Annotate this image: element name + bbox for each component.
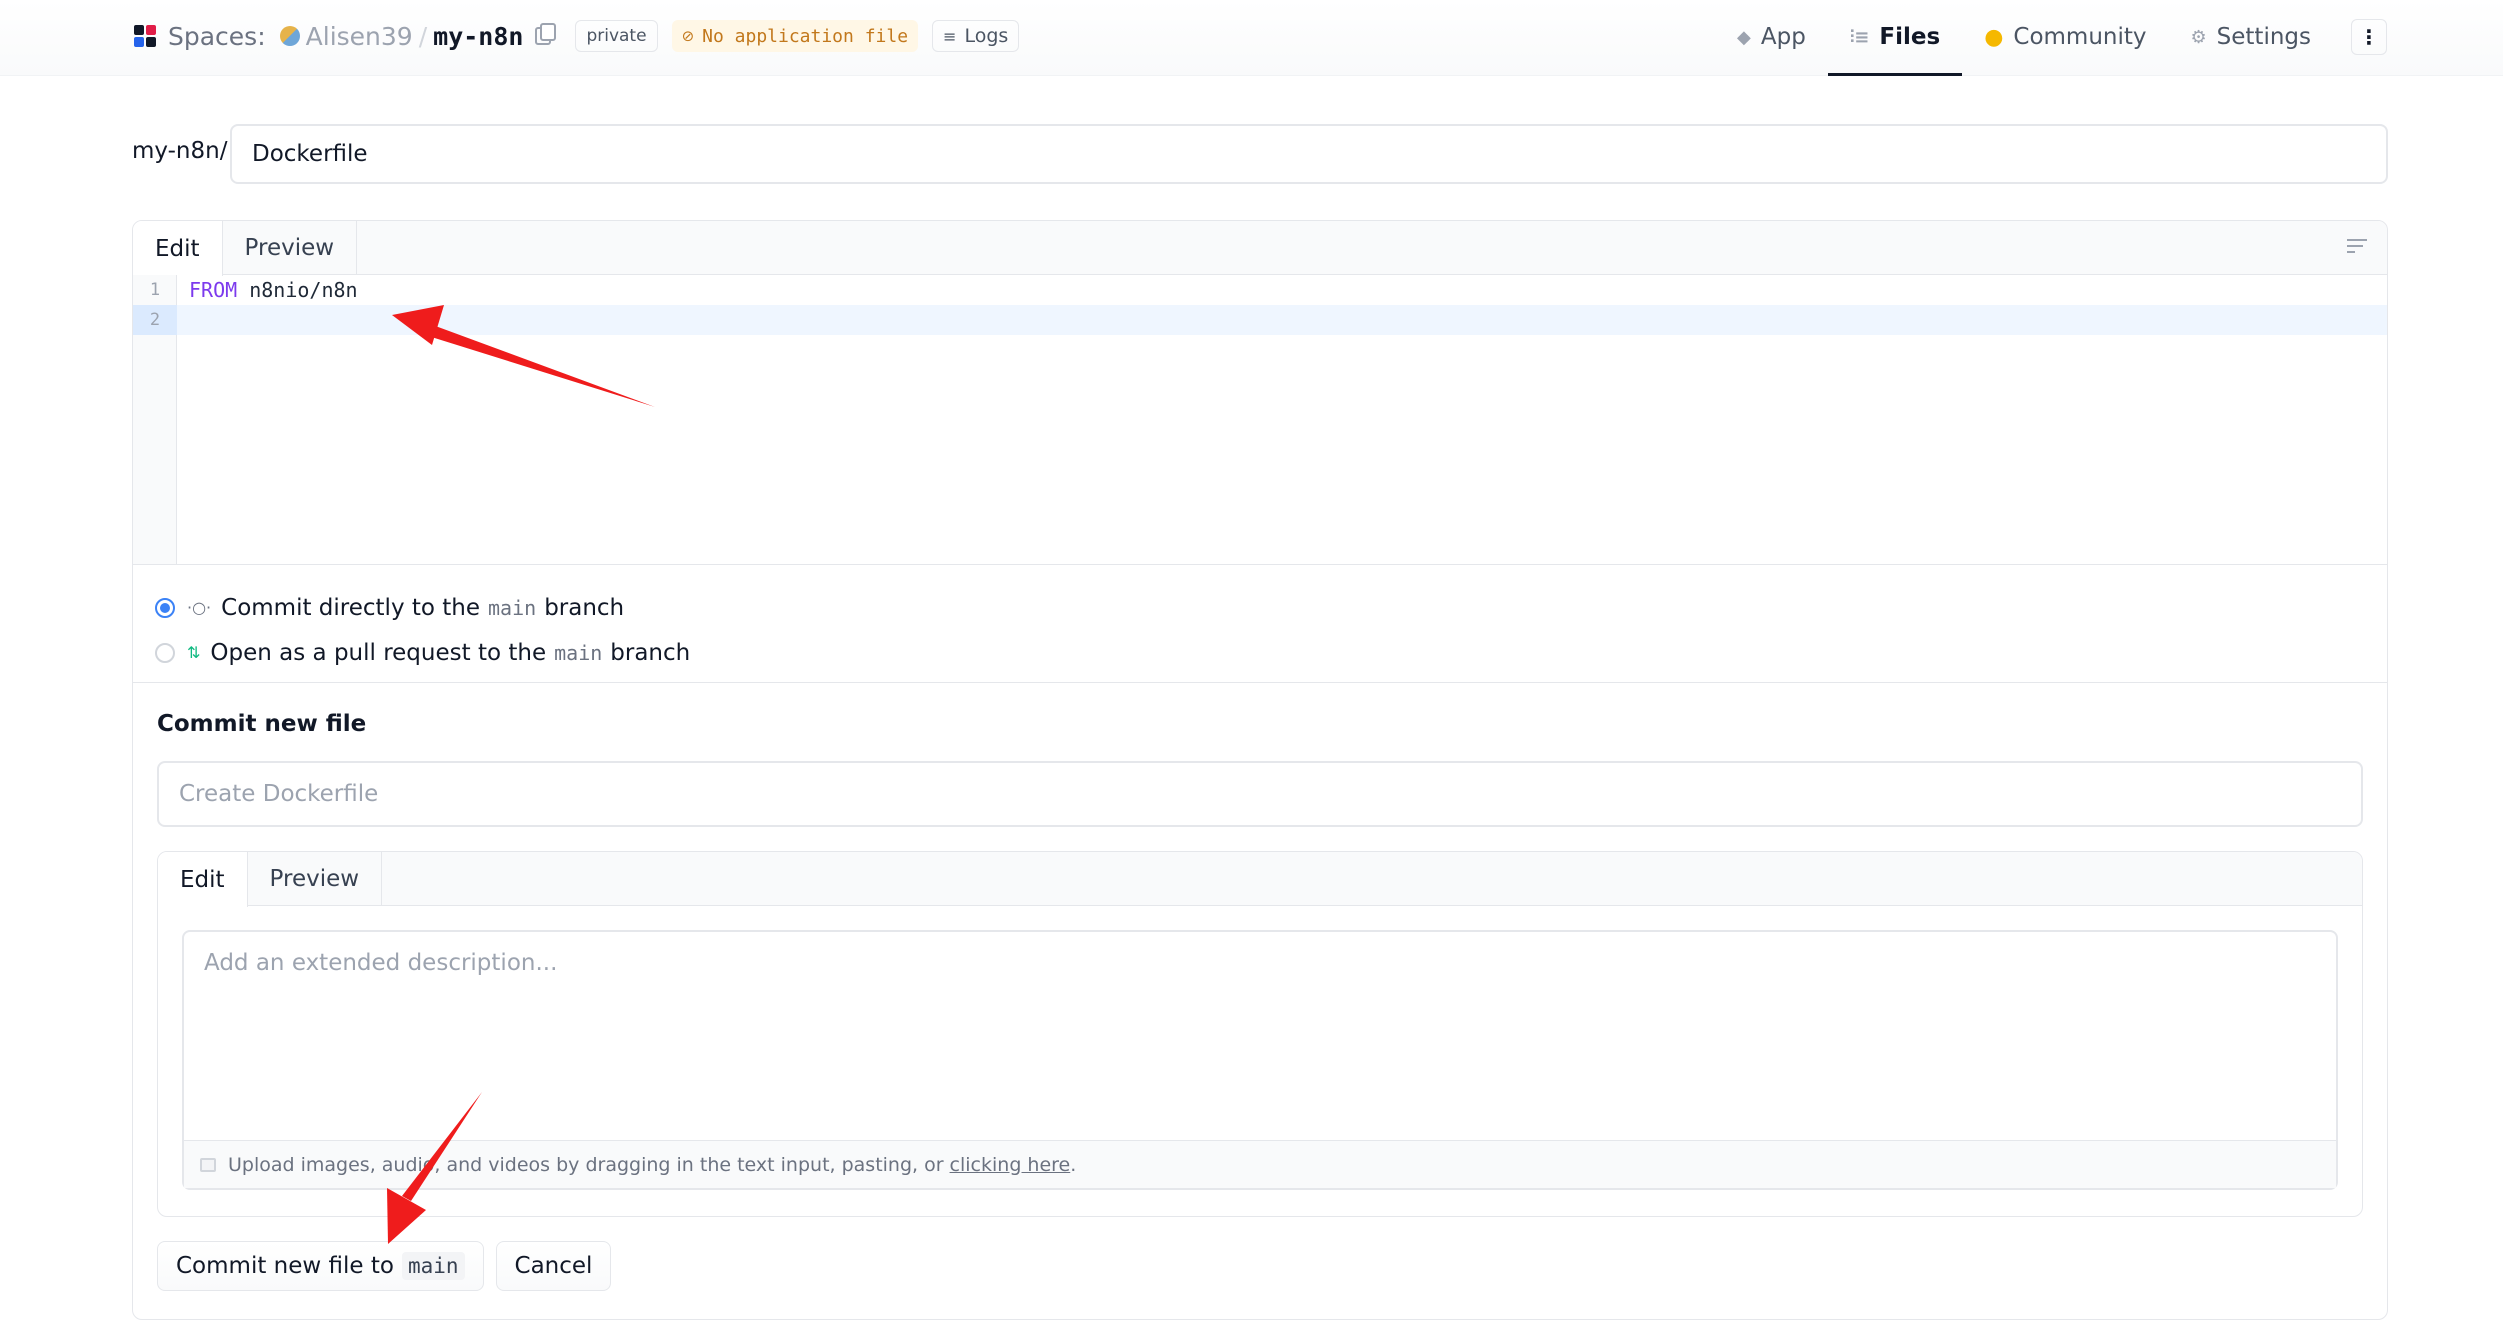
status-badge-label: No application file [702,25,909,47]
branch-options: ·○· Commit directly to the main branch ⇅… [133,565,2387,683]
commit-direct-suffix: branch [544,594,625,621]
owner-link[interactable]: Alisen39 [306,22,413,51]
pull-request-icon: ⇅ [187,643,201,662]
commit-direct-radio[interactable] [155,597,175,618]
commit-icon: ·○· [187,598,212,617]
gear-icon: ⚙ [2190,26,2207,48]
code-line-active: 2 [133,305,2387,335]
tab-files-label: Files [1879,24,1941,50]
status-badge[interactable]: ⊘ No application file [671,20,919,52]
community-icon: ● [1984,24,2004,50]
tab-app-label: App [1760,24,1806,50]
top-header: Spaces: Alisen39 / my-n8n private ⊘ No a… [0,0,2503,76]
pull-request-option[interactable]: ⇅ Open as a pull request to the main bra… [155,630,2387,675]
description-textarea[interactable]: Add an extended description... Upload im… [182,930,2338,1190]
upload-hint-text: Upload images, audio, and videos by drag… [228,1153,944,1176]
tab-preview[interactable]: Preview [223,221,358,275]
commit-button-label: Commit new file to [176,1253,394,1279]
editor-tabs: Edit Preview [133,221,2387,276]
space-nav: ◆ App ⫶≡ Files ● Community ⚙ Settings ⋮ [1715,0,2503,76]
breadcrumb: Spaces: Alisen39 / my-n8n private ⊘ No a… [134,0,1033,72]
commit-title: Commit new file [157,711,367,737]
description-card: Edit Preview Add an extended description… [157,851,2363,1217]
breadcrumb-separator: / [418,21,428,51]
branch-name: main [554,640,603,665]
spaces-link[interactable]: Spaces: [168,22,266,51]
pull-request-text: Open as a pull request to the [210,639,547,666]
code-text: FROM n8nio/n8n [177,278,358,302]
upload-hint-end: . [1070,1153,1077,1176]
filename-input[interactable]: Dockerfile [230,124,2388,184]
description-placeholder: Add an extended description... [204,950,558,976]
commit-button[interactable]: Commit new file to main [157,1241,484,1291]
tab-edit[interactable]: Edit [133,221,223,276]
line-number: 2 [133,305,177,335]
code-rest: n8nio/n8n [237,278,358,302]
tab-community-label: Community [2013,24,2147,50]
code-editor[interactable]: 1 FROM n8nio/n8n 2 [133,275,2387,565]
branch-name: main [488,595,537,620]
logs-button[interactable]: ≡ Logs [932,20,1020,52]
path-prefix: my-n8n/ [132,138,228,164]
upload-hint-bar: Upload images, audio, and videos by drag… [184,1140,2336,1188]
tab-files[interactable]: ⫶≡ Files [1827,0,1963,76]
list-icon: ≡ [943,26,957,46]
cancel-button[interactable]: Cancel [495,1241,612,1291]
warning-circle-icon: ⊘ [681,27,695,45]
upload-link[interactable]: clicking here [950,1154,1071,1176]
tab-settings[interactable]: ⚙ Settings [2169,0,2333,74]
commit-direct-text: Commit directly to the [221,594,481,621]
tab-app[interactable]: ◆ App [1715,0,1828,74]
desc-tab-edit[interactable]: Edit [158,852,248,907]
commit-branch-tag: main [401,1252,465,1280]
pull-request-radio[interactable] [155,642,175,663]
line-number: 1 [149,280,161,300]
code-keyword: FROM [189,278,238,302]
hf-logo-icon[interactable] [134,25,156,47]
image-icon [200,1157,216,1172]
more-options-button[interactable]: ⋮ [2351,19,2387,55]
cube-icon: ◆ [1737,26,1751,48]
repo-name-link[interactable]: my-n8n [433,22,523,51]
commit-section: Commit new file Create Dockerfile Edit P… [133,683,2387,1291]
description-tabs: Edit Preview [158,852,2362,907]
files-icon: ⫶≡ [1849,26,1870,48]
tab-community[interactable]: ● Community [1962,0,2168,74]
copy-icon[interactable] [535,23,557,45]
word-wrap-icon[interactable] [2347,239,2367,255]
action-buttons: Commit new file to main Cancel [157,1241,2363,1291]
commit-direct-option[interactable]: ·○· Commit directly to the main branch [155,585,2387,630]
tab-settings-label: Settings [2216,24,2311,50]
desc-tab-preview[interactable]: Preview [248,852,383,906]
logs-label: Logs [964,25,1009,47]
file-editor-card: Edit Preview 1 FROM n8nio/n8n 2 ·○· Comm… [132,220,2388,1320]
visibility-badge: private [575,20,658,52]
owner-avatar [279,26,300,46]
commit-summary-input[interactable]: Create Dockerfile [157,761,2363,827]
pull-request-suffix: branch [610,639,691,666]
code-line: 1 FROM n8nio/n8n [133,275,2387,305]
